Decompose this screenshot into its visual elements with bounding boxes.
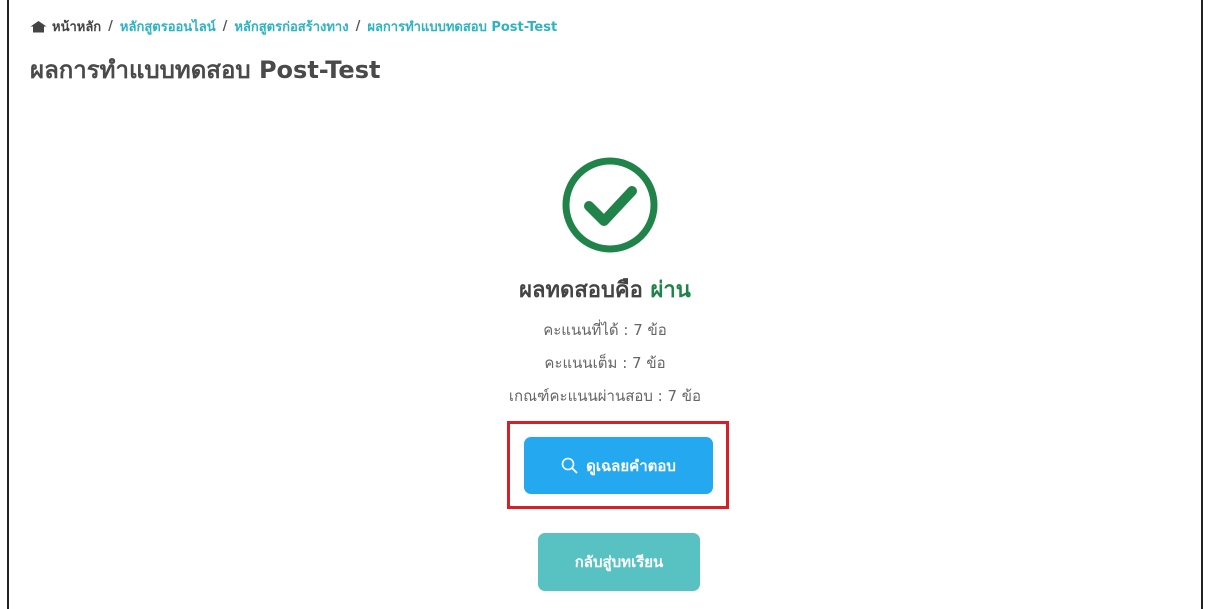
back-to-lesson-button[interactable]: กลับสู่บทเรียน	[538, 533, 700, 591]
breadcrumb: หน้าหลัก / หลักสูตรออนไลน์ / หลักสูตรก่อ…	[30, 16, 557, 37]
breadcrumb-separator: /	[355, 19, 361, 34]
result-heading: ผลทดสอบคือ ผ่าน	[0, 272, 1210, 307]
check-circle-icon	[562, 157, 658, 253]
score-earned: คะแนนที่ได้ : 7 ข้อ	[543, 321, 667, 339]
breadcrumb-home[interactable]: หน้าหลัก	[30, 16, 101, 37]
score-pass-criteria: เกณฑ์คะแนนผ่านสอบ : 7 ข้อ	[508, 387, 702, 405]
back-to-lesson-label: กลับสู่บทเรียน	[574, 553, 664, 571]
breadcrumb-item-road-construction[interactable]: หลักสูตรก่อสร้างทาง	[234, 16, 348, 37]
breadcrumb-item-post-test-result[interactable]: ผลการทำแบบทดสอบ Post-Test	[367, 16, 557, 37]
score-full: คะแนนเต็ม : 7 ข้อ	[544, 354, 666, 372]
breadcrumb-home-label: หน้าหลัก	[52, 20, 102, 35]
result-prefix: ผลทดสอบคือ	[519, 278, 643, 303]
home-icon	[30, 21, 47, 33]
page-title: ผลการทำแบบทดสอบ Post-Test	[30, 56, 381, 84]
view-answers-label: ดูเฉลยคำตอบ	[586, 456, 676, 475]
breadcrumb-separator: /	[222, 19, 228, 34]
view-answers-button[interactable]: ดูเฉลยคำตอบ	[524, 437, 713, 494]
breadcrumb-separator: /	[108, 19, 113, 34]
search-icon	[561, 457, 578, 474]
breadcrumb-item-online-courses[interactable]: หลักสูตรออนไลน์	[120, 16, 216, 37]
result-status: ผ่าน	[650, 278, 691, 303]
